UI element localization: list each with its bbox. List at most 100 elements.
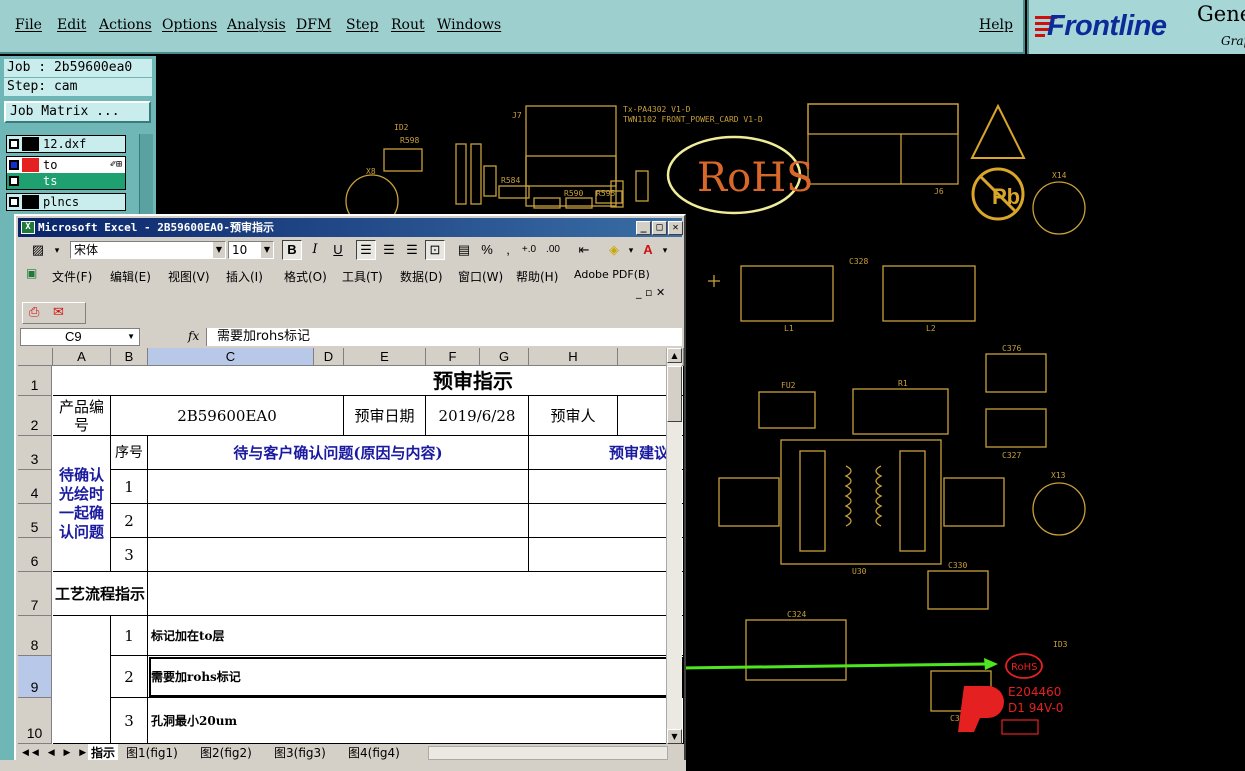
cell-suggest-2[interactable] — [529, 504, 684, 538]
cell-step-text-3[interactable]: 孔洞最小20um — [148, 698, 684, 744]
cell-seq-2[interactable]: 2 — [111, 504, 148, 538]
col-header-e[interactable]: E — [344, 348, 426, 366]
font-name-select[interactable]: 宋体 ▼ — [70, 241, 226, 259]
menu-edit[interactable]: Edit — [57, 17, 86, 33]
scroll-thumb[interactable] — [667, 366, 682, 422]
chevron-down-icon[interactable]: ▾ — [660, 240, 670, 260]
cell-step-text-1[interactable]: 标记加在to层 — [148, 616, 684, 656]
percent-button[interactable]: % — [477, 240, 497, 260]
cell-product-label[interactable]: 产品编号 — [53, 396, 111, 436]
menu-view-cn[interactable]: 视图(V) — [168, 268, 210, 285]
excel-titlebar[interactable]: X Microsoft Excel - 2B59600EA0-预审指示 _ □ … — [18, 218, 683, 237]
cell-suggest-header[interactable]: 预审建议 — [529, 436, 684, 470]
row-header-8[interactable]: 8 — [18, 616, 52, 656]
menu-actions[interactable]: Actions — [99, 17, 152, 33]
cell-issue-1[interactable] — [148, 470, 529, 504]
menu-edit-cn[interactable]: 编辑(E) — [110, 268, 151, 285]
formula-bar[interactable]: 需要加rohs标记 — [206, 328, 682, 346]
menu-insert-cn[interactable]: 插入(I) — [226, 268, 263, 285]
row-header-7[interactable]: 7 — [18, 572, 52, 616]
vertical-scrollbar[interactable]: ▲ ▼ — [666, 348, 682, 744]
col-header-d[interactable]: D — [314, 348, 344, 366]
italic-button[interactable]: I — [305, 240, 325, 260]
row-header-1[interactable]: 1 — [18, 366, 52, 396]
col-header-c[interactable]: C — [148, 348, 314, 366]
cell-process-merge[interactable] — [53, 616, 111, 744]
doc-window-controls[interactable]: _ ▫ ✕ — [636, 286, 665, 299]
menu-rout[interactable]: Rout — [391, 17, 425, 33]
layer-checkbox[interactable] — [9, 139, 19, 149]
row-header-6[interactable]: 6 — [18, 538, 52, 572]
job-matrix-button[interactable]: Job Matrix ... — [4, 101, 151, 123]
layer-row-ts[interactable]: ts — [7, 173, 125, 189]
scroll-down-icon[interactable]: ▼ — [667, 729, 682, 744]
excel-window[interactable]: X Microsoft Excel - 2B59600EA0-预审指示 _ □ … — [14, 214, 686, 771]
layer-checkbox[interactable] — [9, 160, 19, 170]
row-header-5[interactable]: 5 — [18, 504, 52, 538]
layer-checkbox[interactable] — [9, 197, 19, 207]
layer-row-12dxf[interactable]: 12.dxf — [7, 136, 125, 152]
cell-seq-label[interactable]: 序号 — [111, 436, 148, 470]
menu-options[interactable]: Options — [162, 17, 217, 33]
row-header-10[interactable]: 10 — [18, 698, 52, 744]
cell-title[interactable]: 预审指示 — [53, 366, 684, 396]
toolbar-dropdown-icon[interactable]: ▾ — [52, 240, 62, 260]
menu-help-cn[interactable]: 帮助(H) — [516, 268, 558, 285]
cell-seq-1[interactable]: 1 — [111, 470, 148, 504]
menu-format-cn[interactable]: 格式(O) — [284, 268, 327, 285]
font-size-select[interactable]: 10 ▼ — [228, 241, 274, 259]
row-header-2[interactable]: 2 — [18, 396, 52, 436]
cell-date-value[interactable]: 2019/6/28 — [426, 396, 529, 436]
cell-product-value[interactable]: 2B59600EA0 — [111, 396, 344, 436]
layer-checkbox[interactable] — [9, 176, 19, 186]
col-header-f[interactable]: F — [426, 348, 480, 366]
select-all-corner[interactable] — [18, 348, 53, 366]
underline-button[interactable]: U — [328, 240, 348, 260]
col-header-b[interactable]: B — [111, 348, 148, 366]
cell-step-text-2-selected[interactable]: 需要加rohs标记 — [148, 656, 684, 698]
merge-center-button[interactable]: ⊡ — [425, 240, 445, 260]
fx-icon[interactable]: fx — [188, 329, 199, 343]
cell-date-label[interactable]: 预审日期 — [344, 396, 426, 436]
menu-tools-cn[interactable]: 工具(T) — [342, 268, 383, 285]
scroll-up-icon[interactable]: ▲ — [667, 348, 682, 363]
maximize-button[interactable]: □ — [652, 221, 667, 235]
col-header-g[interactable]: G — [480, 348, 529, 366]
menu-analysis[interactable]: Analysis — [227, 17, 286, 33]
cell-seq-3[interactable]: 3 — [111, 538, 148, 572]
cell-step-no-3[interactable]: 3 — [111, 698, 148, 744]
close-button[interactable]: ✕ — [668, 221, 683, 235]
row-header-4[interactable]: 4 — [18, 470, 52, 504]
cell-issue-2[interactable] — [148, 504, 529, 538]
fill-color-icon[interactable]: ◈ — [604, 240, 624, 260]
cell-step-no-2[interactable]: 2 — [111, 656, 148, 698]
menu-step[interactable]: Step — [346, 17, 378, 33]
picture-icon[interactable]: ▨ — [28, 240, 48, 260]
increase-decimal-button[interactable]: +.0 — [518, 240, 540, 260]
cell-reviewer-label[interactable]: 预审人 — [529, 396, 618, 436]
row-header-3[interactable]: 3 — [18, 436, 52, 470]
align-center-button[interactable]: ☰ — [379, 240, 399, 260]
menu-window-cn[interactable]: 窗口(W) — [458, 268, 503, 285]
align-right-button[interactable]: ☰ — [402, 240, 422, 260]
decrease-decimal-button[interactable]: .00 — [542, 240, 564, 260]
pdf-email-icon[interactable]: ✉ — [53, 305, 64, 320]
pdf-create-icon[interactable]: ⎙ — [29, 305, 39, 320]
name-box[interactable]: C9 ▼ — [20, 328, 140, 346]
align-left-button[interactable]: ☰ — [356, 240, 376, 260]
menu-dfm[interactable]: DFM — [296, 17, 331, 33]
menu-windows[interactable]: Windows — [437, 17, 501, 33]
cell-issue-header[interactable]: 待与客户确认问题(原因与内容) — [148, 436, 529, 470]
cell-suggest-1[interactable] — [529, 470, 684, 504]
menu-help[interactable]: Help — [979, 17, 1013, 33]
col-header-a[interactable]: A — [53, 348, 111, 366]
cell-issue-3[interactable] — [148, 538, 529, 572]
layer-row-to[interactable]: to ✐⊞ — [7, 157, 125, 173]
cell-step-no-1[interactable]: 1 — [111, 616, 148, 656]
menu-adobe-pdf[interactable]: Adobe PDF(B) — [574, 268, 650, 281]
cell-process-label[interactable]: 工艺流程指示 — [53, 572, 148, 616]
currency-icon[interactable]: ▤ — [454, 240, 474, 260]
indent-icon[interactable]: ⇤ — [574, 240, 594, 260]
menu-data-cn[interactable]: 数据(D) — [400, 268, 443, 285]
horizontal-scrollbar[interactable] — [428, 746, 668, 760]
